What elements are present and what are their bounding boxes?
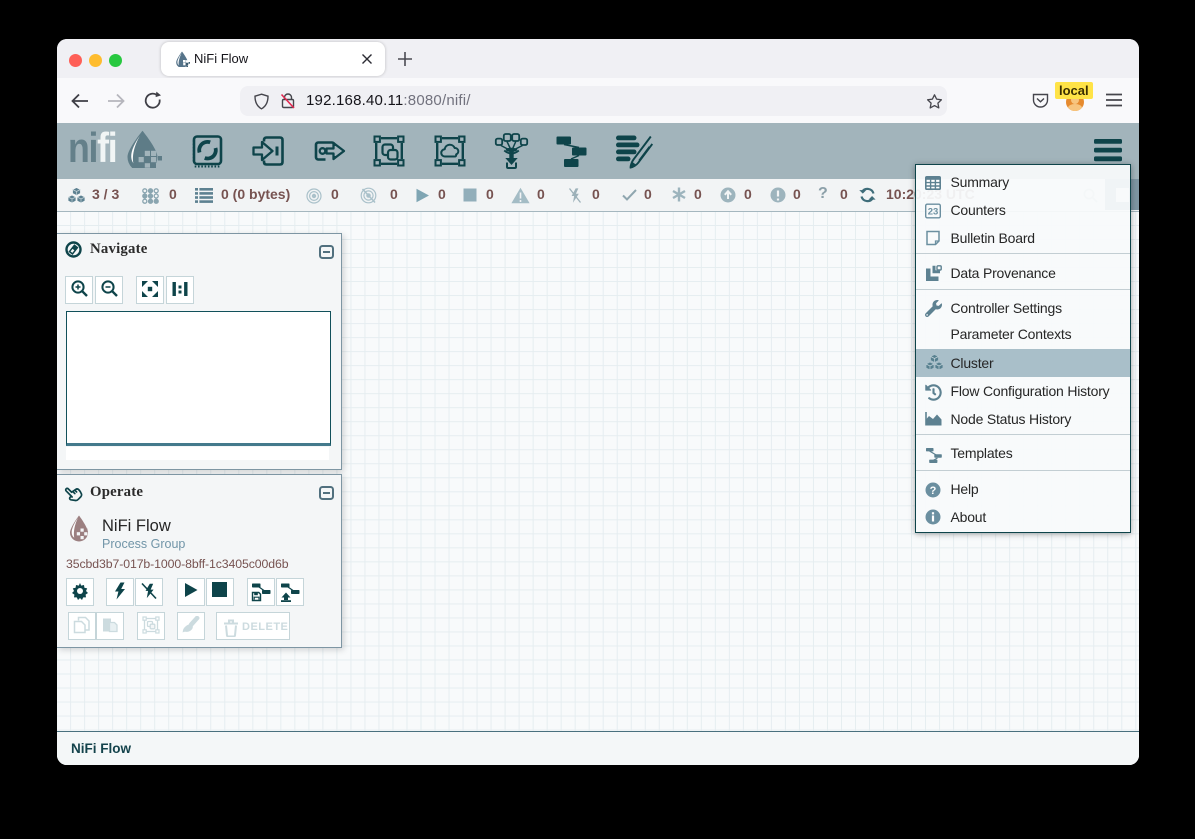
svg-text:23: 23	[927, 206, 938, 217]
svg-text:?: ?	[929, 485, 936, 497]
